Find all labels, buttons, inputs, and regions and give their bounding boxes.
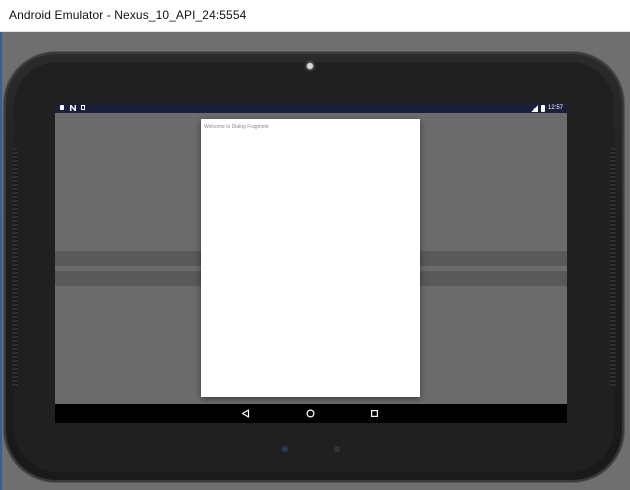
home-icon	[306, 409, 315, 418]
back-icon	[241, 409, 250, 418]
home-button[interactable]	[305, 408, 316, 419]
window-left-edge	[0, 32, 2, 490]
window-title: Android Emulator - Nexus_10_API_24:5554	[9, 8, 247, 22]
right-grip	[610, 148, 616, 388]
storage-icon	[81, 105, 85, 110]
signal-icon	[530, 104, 538, 112]
front-camera-icon	[307, 63, 313, 69]
sensor-dot-icon	[282, 446, 288, 452]
recent-apps-button[interactable]	[369, 408, 380, 419]
battery-icon	[540, 104, 545, 112]
dialog-fragment[interactable]: Welcome to Dialog Fragment	[201, 119, 420, 397]
sim-card-icon	[60, 105, 64, 110]
device-screen[interactable]: 12:57 Welcome to Dialog Fragment	[55, 103, 567, 423]
back-button[interactable]	[240, 408, 251, 419]
navigation-bar	[55, 404, 567, 423]
left-grip	[12, 148, 18, 388]
status-time: 12:57	[547, 105, 563, 111]
recent-apps-icon	[371, 410, 379, 418]
status-bar-right: 12:57	[530, 103, 563, 113]
emulator-title-bar[interactable]: Android Emulator - Nexus_10_API_24:5554	[0, 0, 630, 32]
dialog-message: Welcome to Dialog Fragment	[204, 124, 269, 130]
status-bar[interactable]: 12:57	[55, 103, 567, 113]
sensor-dot-icon	[334, 446, 340, 452]
notification-n-icon	[70, 105, 76, 111]
